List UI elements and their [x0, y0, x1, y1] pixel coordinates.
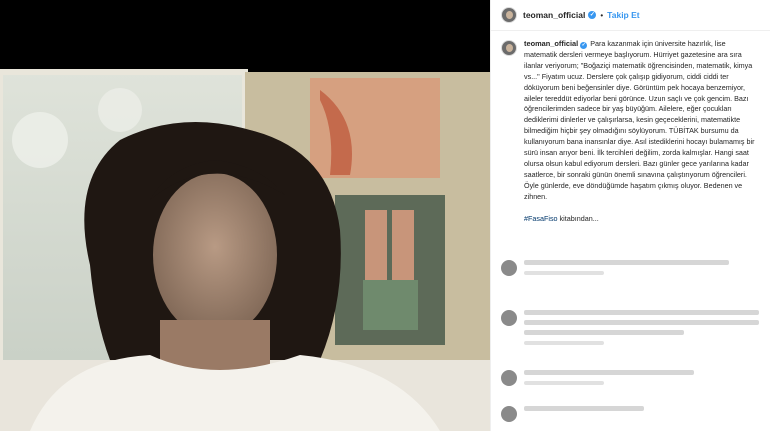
- verified-badge-icon: ✓: [588, 11, 597, 19]
- blurred-comment: [524, 370, 694, 386]
- comment-item: [501, 370, 694, 386]
- comment-item: [501, 406, 644, 422]
- post-photo[interactable]: [0, 0, 490, 431]
- post-sidebar: teoman_official ✓ • Takip Et teoman_offi…: [490, 0, 770, 431]
- comment-item: [501, 310, 759, 345]
- post-image: [0, 0, 490, 431]
- caption-hashtag-line: #FasaFiso kitabından...: [524, 214, 760, 225]
- post-header: teoman_official ✓ • Takip Et: [491, 0, 770, 31]
- caption-username[interactable]: teoman_official: [524, 39, 578, 48]
- blurred-comment: [524, 406, 644, 422]
- comment-avatar[interactable]: [501, 370, 517, 386]
- follow-button[interactable]: Takip Et: [607, 10, 639, 20]
- blurred-comment: [524, 310, 759, 345]
- caption-body: teoman_official ✓ Para kazanmak için ünive…: [524, 39, 760, 225]
- caption-text: Para kazanmak için üniversite hazırlık, …: [524, 39, 755, 201]
- comment-avatar[interactable]: [501, 406, 517, 422]
- blurred-comment: [524, 260, 729, 276]
- hashtag-link[interactable]: #FasaFiso: [524, 214, 558, 223]
- header-separator: •: [600, 10, 604, 20]
- caption-avatar[interactable]: [501, 40, 517, 56]
- header-username[interactable]: teoman_official: [523, 10, 585, 20]
- comment-item: [501, 260, 729, 276]
- caption-verified-badge-icon: ✓: [580, 42, 588, 49]
- comment-avatar[interactable]: [501, 260, 517, 276]
- header-avatar[interactable]: [501, 7, 517, 23]
- hashtag-suffix: kitabından...: [557, 213, 599, 223]
- caption: teoman_official ✓ Para kazanmak için ünive…: [491, 31, 770, 225]
- comment-avatar[interactable]: [501, 310, 517, 326]
